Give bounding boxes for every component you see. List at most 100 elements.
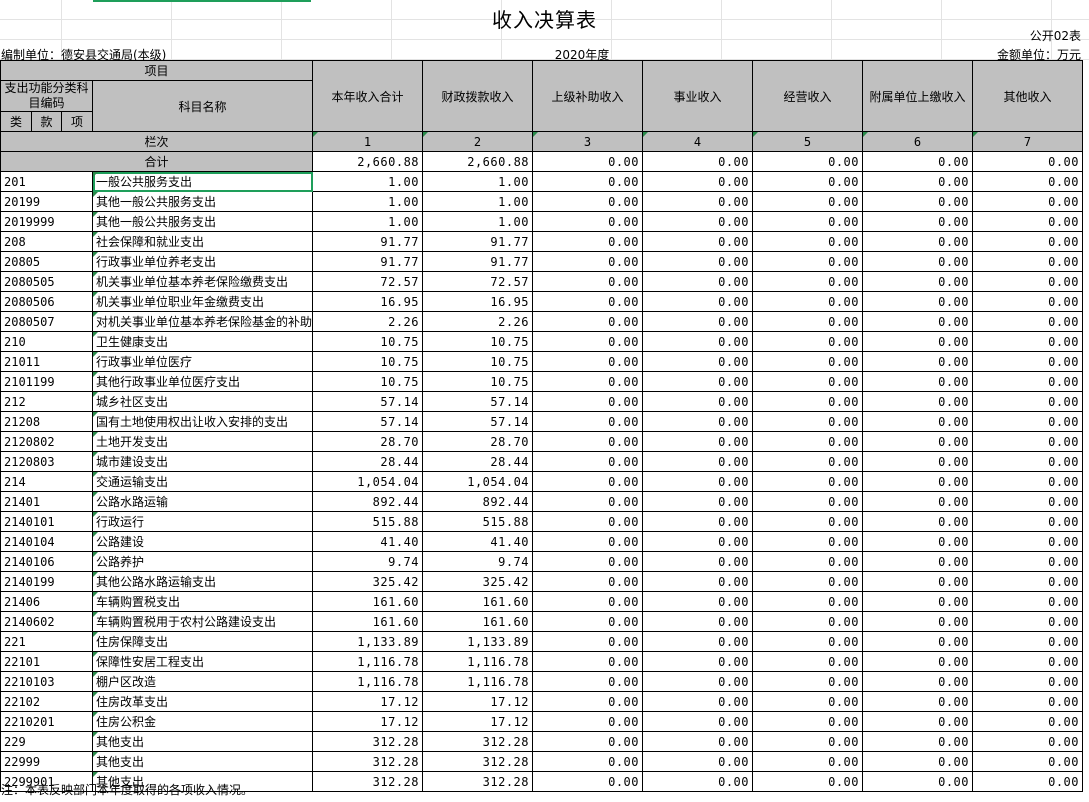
row-value-col-1[interactable]: 312.28 (312, 731, 424, 752)
row-value-col-6[interactable]: 0.00 (862, 331, 974, 352)
row-value-col-7[interactable]: 0.00 (972, 371, 1084, 392)
row-value-col-1[interactable]: 515.88 (312, 511, 424, 532)
row-value-col-2[interactable]: 28.70 (422, 431, 534, 452)
row-value-col-6[interactable]: 0.00 (862, 751, 974, 772)
row-value-col-1[interactable]: 312.28 (312, 771, 424, 792)
header-col-2[interactable]: 财政拨款收入 (422, 60, 534, 132)
row-value-col-6[interactable]: 0.00 (862, 511, 974, 532)
row-code[interactable]: 2140602 (0, 611, 93, 632)
row-value-col-6[interactable]: 0.00 (862, 631, 974, 652)
row-value-col-5[interactable]: 0.00 (752, 171, 864, 192)
row-value-col-6[interactable]: 0.00 (862, 171, 974, 192)
row-value-col-7[interactable]: 0.00 (972, 311, 1084, 332)
row-code[interactable]: 2101199 (0, 371, 93, 392)
row-value-col-5[interactable]: 0.00 (752, 431, 864, 452)
header-lei[interactable]: 类 (0, 111, 32, 132)
row-value-col-7[interactable]: 0.00 (972, 351, 1084, 372)
row-subject-name[interactable]: 保障性安居工程支出 (91, 651, 314, 672)
row-value-col-7[interactable]: 0.00 (972, 511, 1084, 532)
row-value-col-1[interactable]: 17.12 (312, 711, 424, 732)
row-value-col-7[interactable]: 0.00 (972, 451, 1084, 472)
row-value-col-6[interactable]: 0.00 (862, 391, 974, 412)
row-value-col-5[interactable]: 0.00 (752, 611, 864, 632)
total-value-1[interactable]: 2,660.88 (312, 151, 424, 172)
row-subject-name[interactable]: 行政运行 (91, 511, 314, 532)
row-code[interactable]: 2120803 (0, 451, 93, 472)
header-col-3[interactable]: 上级补助收入 (532, 60, 644, 132)
row-value-col-2[interactable]: 17.12 (422, 711, 534, 732)
row-value-col-1[interactable]: 91.77 (312, 251, 424, 272)
row-value-col-3[interactable]: 0.00 (532, 171, 644, 192)
row-value-col-4[interactable]: 0.00 (642, 671, 754, 692)
row-code[interactable]: 2140199 (0, 571, 93, 592)
row-value-col-1[interactable]: 57.14 (312, 391, 424, 412)
row-value-col-4[interactable]: 0.00 (642, 771, 754, 792)
row-value-col-2[interactable]: 312.28 (422, 751, 534, 772)
row-subject-name[interactable]: 其他支出 (91, 751, 314, 772)
footnote[interactable]: 注：本表反映部门本年度取得的各项收入情况。 (1, 781, 253, 798)
row-value-col-4[interactable]: 0.00 (642, 431, 754, 452)
row-value-col-2[interactable]: 10.75 (422, 351, 534, 372)
row-code[interactable]: 2210201 (0, 711, 93, 732)
row-value-col-7[interactable]: 0.00 (972, 631, 1084, 652)
row-value-col-3[interactable]: 0.00 (532, 251, 644, 272)
row-value-col-2[interactable]: 1.00 (422, 171, 534, 192)
row-value-col-4[interactable]: 0.00 (642, 331, 754, 352)
row-subject-name[interactable]: 城市建设支出 (91, 451, 314, 472)
row-value-col-3[interactable]: 0.00 (532, 191, 644, 212)
row-value-col-7[interactable]: 0.00 (972, 411, 1084, 432)
row-value-col-6[interactable]: 0.00 (862, 551, 974, 572)
row-value-col-5[interactable]: 0.00 (752, 651, 864, 672)
row-subject-name[interactable]: 其他公路水路运输支出 (91, 571, 314, 592)
header-kuan[interactable]: 款 (31, 111, 62, 132)
row-value-col-5[interactable]: 0.00 (752, 631, 864, 652)
row-value-col-2[interactable]: 1,133.89 (422, 631, 534, 652)
row-value-col-7[interactable]: 0.00 (972, 231, 1084, 252)
row-value-col-3[interactable]: 0.00 (532, 551, 644, 572)
row-code[interactable]: 212 (0, 391, 93, 412)
row-value-col-4[interactable]: 0.00 (642, 631, 754, 652)
row-subject-name[interactable]: 其他支出 (91, 731, 314, 752)
row-value-col-3[interactable]: 0.00 (532, 591, 644, 612)
row-value-col-4[interactable]: 0.00 (642, 271, 754, 292)
row-value-col-6[interactable]: 0.00 (862, 671, 974, 692)
row-code[interactable]: 21401 (0, 491, 93, 512)
row-code[interactable]: 2019999 (0, 211, 93, 232)
row-value-col-5[interactable]: 0.00 (752, 531, 864, 552)
row-value-col-2[interactable]: 16.95 (422, 291, 534, 312)
col-num-4[interactable]: 4 (642, 131, 754, 152)
row-value-col-6[interactable]: 0.00 (862, 691, 974, 712)
row-value-col-1[interactable]: 1,116.78 (312, 671, 424, 692)
row-value-col-5[interactable]: 0.00 (752, 391, 864, 412)
row-value-col-1[interactable]: 1,054.04 (312, 471, 424, 492)
row-value-col-1[interactable]: 10.75 (312, 351, 424, 372)
header-subject-name[interactable]: 科目名称 (91, 80, 314, 132)
row-value-col-7[interactable]: 0.00 (972, 331, 1084, 352)
row-value-col-5[interactable]: 0.00 (752, 451, 864, 472)
row-value-col-4[interactable]: 0.00 (642, 231, 754, 252)
row-value-col-5[interactable]: 0.00 (752, 711, 864, 732)
col-num-6[interactable]: 6 (862, 131, 974, 152)
row-code[interactable]: 221 (0, 631, 93, 652)
row-value-col-6[interactable]: 0.00 (862, 771, 974, 792)
row-value-col-4[interactable]: 0.00 (642, 651, 754, 672)
row-value-col-2[interactable]: 325.42 (422, 571, 534, 592)
row-value-col-2[interactable]: 28.44 (422, 451, 534, 472)
row-value-col-6[interactable]: 0.00 (862, 611, 974, 632)
row-value-col-7[interactable]: 0.00 (972, 711, 1084, 732)
row-value-col-6[interactable]: 0.00 (862, 491, 974, 512)
col-num-5[interactable]: 5 (752, 131, 864, 152)
row-value-col-4[interactable]: 0.00 (642, 571, 754, 592)
row-value-col-3[interactable]: 0.00 (532, 631, 644, 652)
row-value-col-5[interactable]: 0.00 (752, 771, 864, 792)
row-value-col-1[interactable]: 892.44 (312, 491, 424, 512)
row-value-col-7[interactable]: 0.00 (972, 771, 1084, 792)
row-value-col-1[interactable]: 2.26 (312, 311, 424, 332)
row-value-col-2[interactable]: 91.77 (422, 231, 534, 252)
row-value-col-2[interactable]: 1,054.04 (422, 471, 534, 492)
row-value-col-5[interactable]: 0.00 (752, 511, 864, 532)
row-value-col-7[interactable]: 0.00 (972, 391, 1084, 412)
row-value-col-4[interactable]: 0.00 (642, 591, 754, 612)
row-subject-name[interactable]: 土地开发支出 (91, 431, 314, 452)
row-value-col-6[interactable]: 0.00 (862, 591, 974, 612)
